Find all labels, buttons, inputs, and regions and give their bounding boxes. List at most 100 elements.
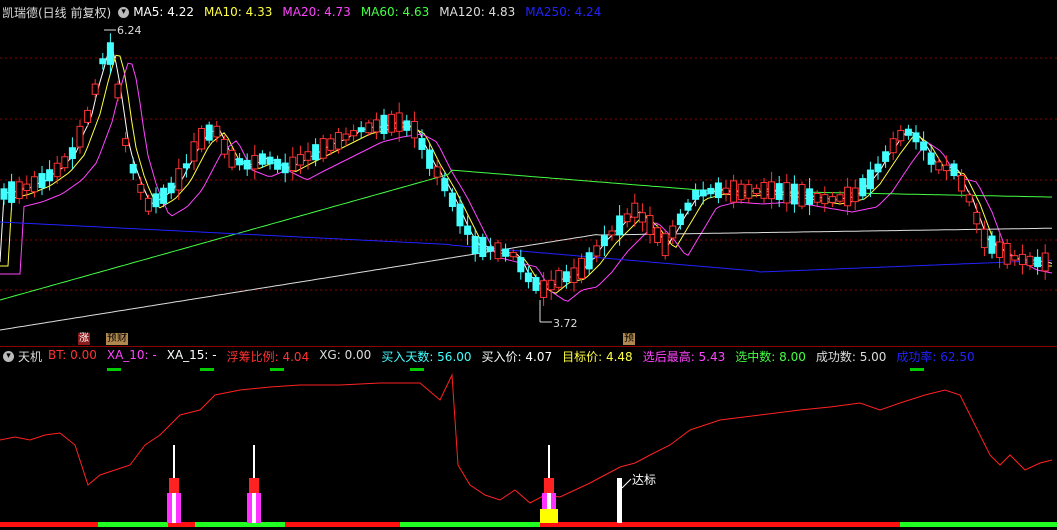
candle-body <box>319 138 327 159</box>
candle-body <box>251 154 259 170</box>
candle-body <box>410 120 418 139</box>
candle-body <box>190 141 198 162</box>
signal-marker <box>200 368 214 371</box>
candle-body <box>448 192 456 207</box>
candle-body <box>205 124 213 141</box>
signal-bar <box>544 478 554 493</box>
candle-body <box>182 163 190 169</box>
candle-body <box>266 156 274 165</box>
candle-body <box>494 242 502 260</box>
candle-body <box>167 182 175 194</box>
signal-bar <box>249 478 259 493</box>
candle-body <box>661 233 669 257</box>
candle-body <box>76 125 84 148</box>
ma10-line <box>0 54 1052 294</box>
candle-body <box>258 153 266 165</box>
candle-body <box>722 187 730 195</box>
candle-body <box>502 248 510 257</box>
signal-marker <box>270 368 284 371</box>
status-strip <box>0 522 98 527</box>
candle-body <box>616 215 624 236</box>
candle-body <box>570 267 578 283</box>
candle-body <box>441 178 449 192</box>
candle-body <box>395 112 403 132</box>
candle-body <box>927 152 935 165</box>
candle-body <box>8 181 16 203</box>
candle-body <box>669 225 677 239</box>
candle-body <box>745 184 753 199</box>
candle-body <box>737 183 745 201</box>
candle-body <box>555 270 563 288</box>
candle-body <box>144 197 152 212</box>
candle-body <box>471 236 479 255</box>
event-tag[interactable]: 预 <box>623 333 635 345</box>
candle-body <box>380 114 388 134</box>
candle-body <box>84 109 92 123</box>
event-tag[interactable]: 财 <box>116 333 128 345</box>
signal-bar <box>252 493 256 523</box>
ma5-line <box>0 47 1053 291</box>
signal-marker <box>910 368 924 371</box>
candle-body <box>486 246 494 252</box>
candle-body <box>889 138 897 154</box>
candle-body <box>357 127 365 133</box>
low-price-label: 3.72 <box>553 317 578 330</box>
candle-body <box>160 187 168 204</box>
candle-body <box>806 188 814 205</box>
candle-body <box>342 133 350 141</box>
candle-body <box>768 181 776 200</box>
candle-body <box>198 127 206 150</box>
candle-body <box>752 187 760 195</box>
candle-body <box>403 120 411 131</box>
candle-body <box>334 132 342 150</box>
candle-body <box>813 192 821 203</box>
candle-body <box>327 138 335 151</box>
candle-body <box>372 119 380 133</box>
candle-body <box>68 147 76 160</box>
candle-body <box>1003 242 1011 265</box>
status-strip <box>540 522 900 527</box>
candle-body <box>289 156 297 171</box>
candle-body <box>874 163 882 173</box>
candle-body <box>1018 253 1026 266</box>
candle-body <box>958 174 966 192</box>
candle-body <box>418 138 426 150</box>
candle-body <box>517 257 525 273</box>
candle-body <box>304 151 312 161</box>
candle-body <box>61 156 69 169</box>
candle-body <box>730 180 738 203</box>
candle-body <box>593 245 601 257</box>
candle-body <box>821 194 829 205</box>
candle-body <box>281 162 289 174</box>
event-tag[interactable]: 涨 <box>78 333 90 345</box>
signal-marker <box>107 368 121 371</box>
candle-body <box>1011 255 1019 261</box>
candle-body <box>973 211 981 225</box>
candle-body <box>707 187 715 195</box>
candle-body <box>790 183 798 205</box>
signal-bar <box>540 509 558 523</box>
candle-body <box>15 181 23 200</box>
candle-body <box>965 194 973 203</box>
indicator-line <box>0 373 1053 504</box>
candle-body <box>646 214 654 236</box>
target-reached-label: 达标 <box>632 473 656 487</box>
indicator-chart[interactable]: 达标 <box>0 345 1057 530</box>
signal-bar <box>169 478 179 493</box>
target-pointer <box>621 478 632 489</box>
candle-body <box>775 183 783 200</box>
candle-body <box>631 202 639 218</box>
candle-body <box>296 154 304 166</box>
candle-body <box>365 122 373 134</box>
price-chart[interactable]: 6.24 3.72 <box>0 0 1057 345</box>
candle-body <box>456 203 464 227</box>
candle-body <box>106 42 114 65</box>
candle-body <box>540 280 548 298</box>
candle-body <box>91 83 99 95</box>
candle-body <box>942 164 950 172</box>
candle-body <box>524 272 532 283</box>
candle-body <box>851 187 859 203</box>
candle-body <box>996 241 1004 258</box>
status-strip <box>400 522 540 527</box>
signal-bar <box>172 493 176 523</box>
